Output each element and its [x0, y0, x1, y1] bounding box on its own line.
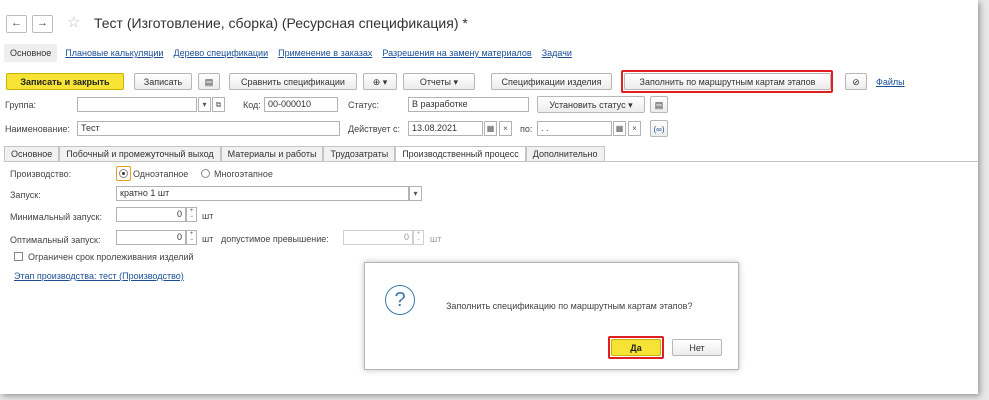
set-status-button[interactable]: Установить статус ▾ [537, 96, 645, 113]
forward-button[interactable]: → [32, 15, 53, 33]
yes-button-highlight [608, 336, 664, 359]
status-field: В разработке [408, 97, 529, 112]
chevron-down-icon: ▾ [628, 100, 633, 110]
link-icon[interactable]: (∞) [650, 120, 668, 137]
multi-stage-radio[interactable] [201, 169, 210, 178]
tab-labor[interactable]: Трудозатраты [323, 146, 396, 162]
group-open-icon[interactable]: ⧉ [212, 97, 225, 112]
item-specs-button[interactable]: Спецификации изделия [491, 73, 612, 90]
code-label: Код: [243, 100, 261, 110]
launch-dropdown-icon[interactable]: ▾ [409, 186, 422, 201]
reports-button[interactable]: Отчеты ▾ [403, 73, 475, 90]
valid-from-field[interactable]: 13.08.2021 [408, 121, 483, 136]
tab-production-process[interactable]: Производственный процесс [395, 146, 526, 162]
launch-label: Запуск: [10, 190, 41, 200]
opt-launch-field[interactable]: 0 [116, 230, 186, 245]
production-stage-link[interactable]: Этап производства: тест (Производство) [14, 271, 184, 281]
question-icon: ? [385, 285, 415, 315]
attachment-icon[interactable]: ⊘ [845, 73, 867, 90]
shelf-limit-label: Ограничен срок пролеживания изделий [28, 252, 194, 262]
unit-label: шт [202, 211, 214, 221]
name-label: Наименование: [5, 124, 70, 134]
calendar-icon[interactable]: ▦ [613, 121, 626, 136]
allowed-excess-label: допустимое превышение: [221, 234, 329, 244]
valid-to-field[interactable]: . . [537, 121, 612, 136]
spec-window: ← → ☆ Тест (Изготовление, сборка) (Ресур… [0, 0, 978, 394]
valid-to-label: по: [520, 124, 533, 134]
add-structure-icon[interactable]: ⊕ ▾ [363, 73, 397, 90]
multi-stage-label: Многоэтапное [214, 169, 273, 179]
clear-icon[interactable]: × [628, 121, 641, 136]
confirm-dialog: ? Заполнить спецификацию по маршрутным к… [364, 262, 739, 370]
favorite-star-icon[interactable]: ☆ [67, 13, 80, 31]
code-field[interactable]: 00-000010 [264, 97, 338, 112]
status-history-icon[interactable]: ▤ [650, 96, 668, 113]
reports-label: Отчеты [419, 77, 452, 87]
back-button[interactable]: ← [6, 15, 27, 33]
group-field[interactable] [77, 97, 197, 112]
valid-from-label: Действует с: [348, 124, 401, 134]
dialog-message: Заполнить спецификацию по маршрутным кар… [446, 301, 693, 311]
tab-materials[interactable]: Материалы и работы [220, 146, 324, 162]
group-label: Группа: [5, 100, 37, 110]
nav-usage-orders[interactable]: Применение в заказах [278, 48, 372, 58]
tab-bar: Основное Побочный и промежуточный выход … [4, 146, 605, 162]
stepper-icon[interactable]: + − [413, 230, 424, 245]
unit-label: шт [430, 234, 442, 244]
single-stage-label: Одноэтапное [133, 169, 189, 179]
document-icon[interactable]: ▤ [198, 73, 220, 90]
opt-launch-label: Оптимальный запуск: [10, 235, 101, 245]
launch-field[interactable]: кратно 1 шт [116, 186, 409, 201]
save-button[interactable]: Записать [134, 73, 192, 90]
nav-plan-costing[interactable]: Плановые калькуляции [65, 48, 163, 58]
tab-additional[interactable]: Дополнительно [525, 146, 605, 162]
tab-divider [4, 161, 978, 162]
fill-button-highlight [621, 70, 833, 93]
production-label: Производство: [10, 169, 72, 179]
save-and-close-button[interactable]: Записать и закрыть [6, 73, 124, 90]
status-label: Статус: [348, 100, 379, 110]
files-link[interactable]: Файлы [876, 77, 905, 87]
unit-label: шт [202, 234, 214, 244]
nav-material-replacement[interactable]: Разрешения на замену материалов [382, 48, 531, 58]
nav-spec-tree[interactable]: Дерево спецификации [173, 48, 268, 58]
chevron-down-icon: ▾ [453, 77, 459, 87]
allowed-excess-field[interactable]: 0 [343, 230, 413, 245]
tab-byproducts[interactable]: Побочный и промежуточный выход [59, 146, 221, 162]
min-launch-label: Минимальный запуск: [10, 212, 102, 222]
shelf-limit-checkbox[interactable] [14, 252, 23, 261]
group-dropdown-icon[interactable]: ▾ [198, 97, 211, 112]
page-title: Тест (Изготовление, сборка) (Ресурсная с… [94, 15, 468, 31]
compare-specs-button[interactable]: Сравнить спецификации [229, 73, 357, 90]
clear-icon[interactable]: × [499, 121, 512, 136]
name-field[interactable]: Тест [77, 121, 340, 136]
radio-focus-ring [116, 166, 131, 181]
stepper-icon[interactable]: + − [186, 230, 197, 245]
min-launch-field[interactable]: 0 [116, 207, 186, 222]
stepper-icon[interactable]: + − [186, 207, 197, 222]
nav-main[interactable]: Основное [4, 44, 58, 62]
calendar-icon[interactable]: ▦ [484, 121, 497, 136]
tab-main[interactable]: Основное [4, 146, 60, 162]
no-button[interactable]: Нет [672, 339, 722, 356]
nav-tasks[interactable]: Задачи [542, 48, 572, 58]
section-nav: Основное Плановые калькуляции Дерево спе… [4, 42, 582, 64]
set-status-label: Установить статус [549, 100, 626, 110]
